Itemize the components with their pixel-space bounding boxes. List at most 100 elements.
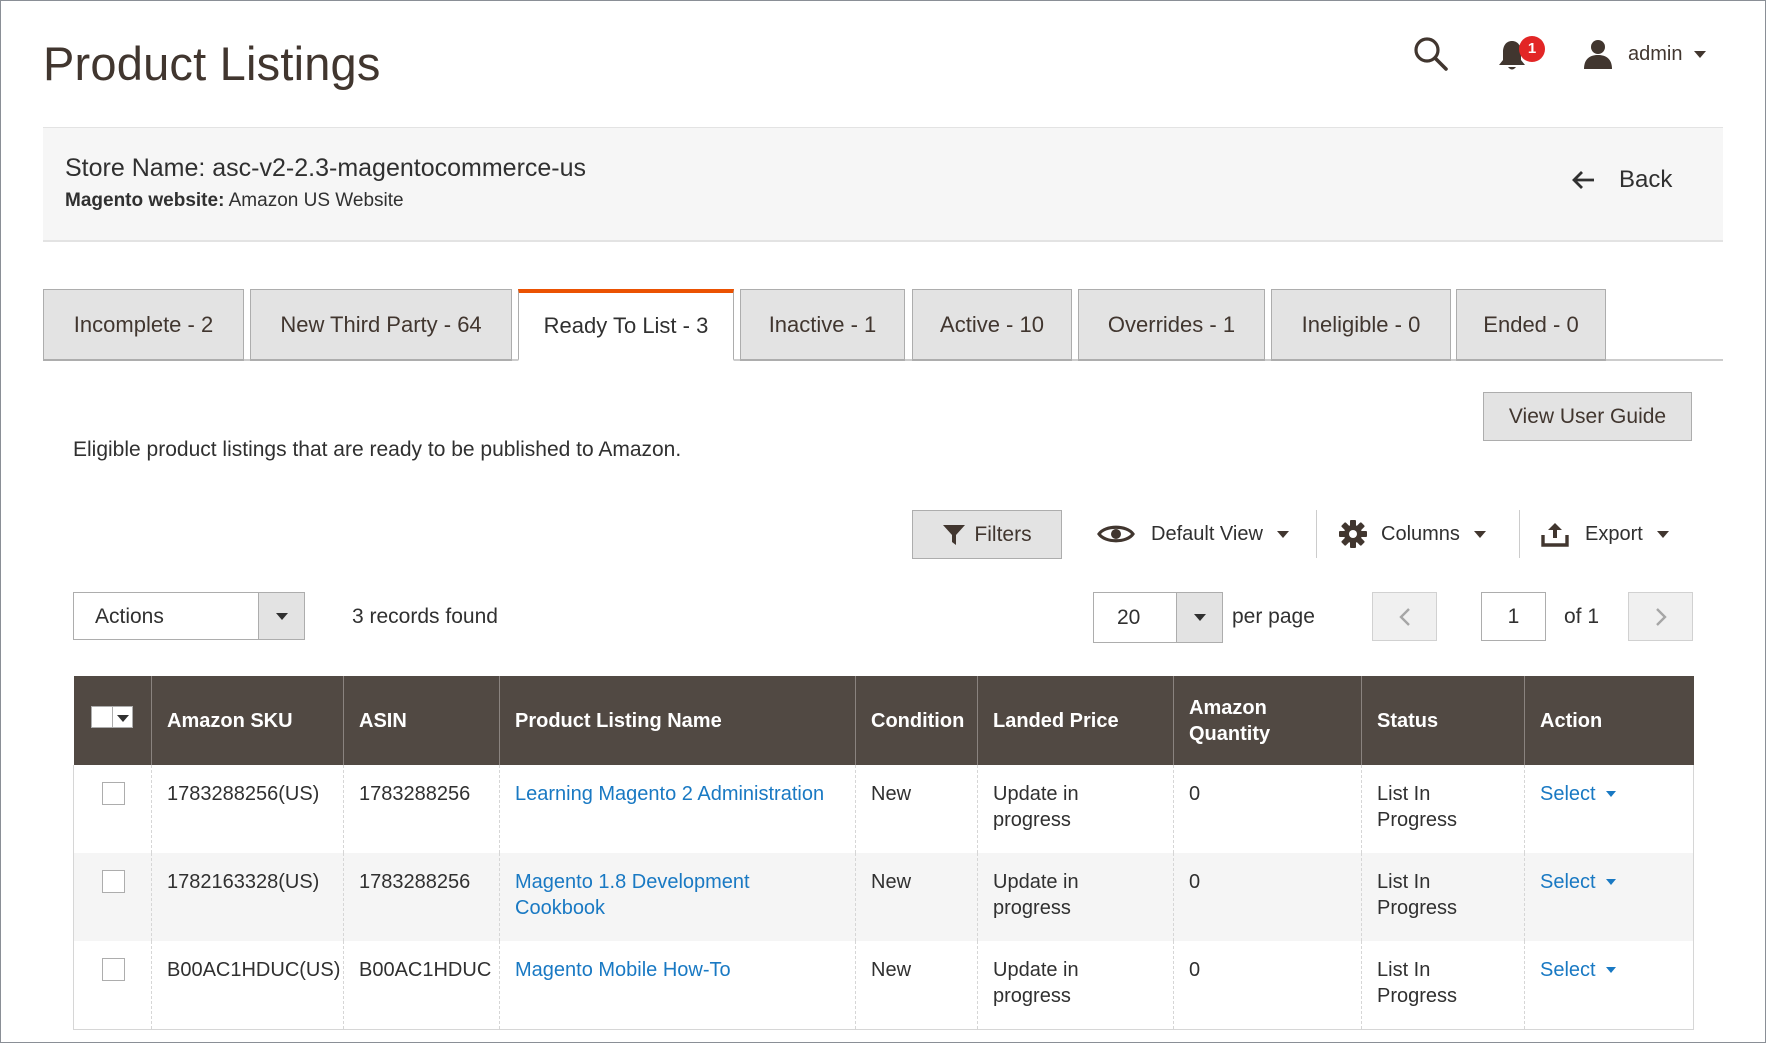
row-action-select[interactable]: Select <box>1540 957 1616 983</box>
prev-page-button[interactable] <box>1372 592 1437 641</box>
cell-product-listing-name: Learning Magento 2 Administration <box>499 765 856 853</box>
page-number-input[interactable]: 1 <box>1481 592 1546 641</box>
product-link[interactable]: Magento Mobile How-To <box>515 959 731 981</box>
product-link[interactable]: Learning Magento 2 Administration <box>515 783 824 805</box>
column-header-product-listing-name[interactable]: Product Listing Name <box>499 676 856 765</box>
tab-incomplete[interactable]: Incomplete - 2 <box>43 289 244 361</box>
notification-badge: 1 <box>1519 36 1545 62</box>
toolbar-separator <box>1316 510 1317 558</box>
cell-amazon-sku: B00AC1HDUC(US) <box>151 941 344 1030</box>
per-page-toggle[interactable] <box>1176 593 1222 642</box>
cell-action: Select <box>1524 853 1694 941</box>
table-row: B00AC1HDUC(US) B00AC1HDUC Magento Mobile… <box>73 941 1694 1030</box>
export-label: Export <box>1585 522 1643 545</box>
cell-condition: New <box>855 941 978 1030</box>
row-checkbox[interactable] <box>102 782 125 805</box>
user-icon <box>1584 40 1612 69</box>
cell-amazon-quantity: 0 <box>1173 853 1362 941</box>
chevron-down-icon <box>116 715 129 722</box>
search-icon[interactable] <box>1413 36 1449 72</box>
chevron-down-icon <box>276 613 288 620</box>
chevron-left-icon <box>1399 608 1410 626</box>
tab-active[interactable]: Active - 10 <box>912 289 1072 361</box>
cell-action: Select <box>1524 765 1694 853</box>
store-name: Store Name: asc-v2-2.3-magentocommerce-u… <box>65 154 587 182</box>
tab-overrides[interactable]: Overrides - 1 <box>1078 289 1265 361</box>
next-page-button[interactable] <box>1628 592 1693 641</box>
chevron-right-icon <box>1656 608 1667 626</box>
toolbar-separator <box>1519 510 1520 558</box>
table-row: 1783288256(US) 1783288256 Learning Magen… <box>73 765 1694 853</box>
chevron-down-icon <box>1194 614 1206 621</box>
select-label: Select <box>1540 783 1596 805</box>
column-header-amazon-quantity[interactable]: Amazon Quantity <box>1173 676 1362 765</box>
cell-condition: New <box>855 853 978 941</box>
grid-header-row: Amazon SKU ASIN Product Listing Name Con… <box>73 676 1694 765</box>
page-title: Product Listings <box>43 37 381 90</box>
row-checkbox[interactable] <box>102 870 125 893</box>
column-header-asin[interactable]: ASIN <box>343 676 500 765</box>
row-checkbox-cell <box>73 765 152 853</box>
actions-toggle[interactable] <box>258 593 304 639</box>
column-header-landed-price[interactable]: Landed Price <box>977 676 1174 765</box>
cell-landed-price: Update in progress <box>977 853 1174 941</box>
cell-condition: New <box>855 765 978 853</box>
row-checkbox-cell <box>73 941 152 1030</box>
cell-action: Select <box>1524 941 1694 1030</box>
filters-label: Filters <box>974 522 1032 546</box>
cell-asin: 1783288256 <box>343 765 500 853</box>
per-page-value: 20 <box>1117 606 1141 629</box>
row-action-select[interactable]: Select <box>1540 869 1616 895</box>
tab-ended[interactable]: Ended - 0 <box>1456 289 1606 361</box>
gear-icon <box>1339 520 1367 548</box>
cell-status: List In Progress <box>1361 941 1525 1030</box>
column-header-condition[interactable]: Condition <box>855 676 978 765</box>
store-info-panel: Store Name: asc-v2-2.3-magentocommerce-u… <box>43 128 1723 242</box>
cell-amazon-quantity: 0 <box>1173 765 1362 853</box>
cell-status: List In Progress <box>1361 853 1525 941</box>
website-label: Magento website: <box>65 190 225 211</box>
eye-icon <box>1097 525 1135 543</box>
default-view-dropdown[interactable]: Default View <box>1097 512 1289 556</box>
row-action-select[interactable]: Select <box>1540 781 1616 807</box>
chevron-down-icon <box>1605 791 1616 797</box>
column-header-action: Action <box>1524 676 1694 765</box>
user-menu[interactable]: admin <box>1582 36 1707 72</box>
arrow-left-icon <box>1572 171 1594 189</box>
cell-landed-price: Update in progress <box>977 941 1174 1030</box>
back-button[interactable]: Back <box>1571 166 1672 194</box>
cell-product-listing-name: Magento Mobile How-To <box>499 941 856 1030</box>
chevron-down-icon <box>1694 50 1707 58</box>
store-website: Magento website: Amazon US Website <box>65 190 404 212</box>
cell-status: List In Progress <box>1361 765 1525 853</box>
product-link[interactable]: Magento 1.8 Development Cookbook <box>515 871 750 919</box>
select-label: Select <box>1540 871 1596 893</box>
chevron-down-icon <box>1605 967 1616 973</box>
columns-dropdown[interactable]: Columns <box>1339 512 1486 556</box>
tab-ready-to-list[interactable]: Ready To List - 3 <box>518 289 734 361</box>
chevron-down-icon <box>1605 879 1616 885</box>
row-checkbox[interactable] <box>102 958 125 981</box>
tab-ineligible[interactable]: Ineligible - 0 <box>1271 289 1451 361</box>
website-value: Amazon US Website <box>224 190 404 211</box>
per-page-label: per page <box>1232 605 1315 628</box>
mass-select-checkbox[interactable] <box>90 706 133 728</box>
tab-inactive[interactable]: Inactive - 1 <box>740 289 905 361</box>
view-user-guide-button[interactable]: View User Guide <box>1483 392 1692 441</box>
actions-label: Actions <box>95 605 164 628</box>
export-icon <box>1541 523 1569 547</box>
per-page-select[interactable]: 20 <box>1093 592 1223 643</box>
columns-label: Columns <box>1381 522 1460 545</box>
tab-description: Eligible product listings that are ready… <box>73 438 682 461</box>
cell-amazon-sku: 1783288256(US) <box>151 765 344 853</box>
column-header-amazon-sku[interactable]: Amazon SKU <box>151 676 344 765</box>
tab-new-third-party[interactable]: New Third Party - 64 <box>250 289 512 361</box>
filters-button[interactable]: Filters <box>912 510 1062 559</box>
export-dropdown[interactable]: Export <box>1541 512 1669 556</box>
filter-icon <box>943 524 966 545</box>
mass-select-header <box>73 676 152 765</box>
chevron-down-icon <box>1276 530 1289 538</box>
column-header-status[interactable]: Status <box>1361 676 1525 765</box>
mass-actions-select[interactable]: Actions <box>73 592 305 640</box>
chevron-down-icon <box>1473 530 1486 538</box>
